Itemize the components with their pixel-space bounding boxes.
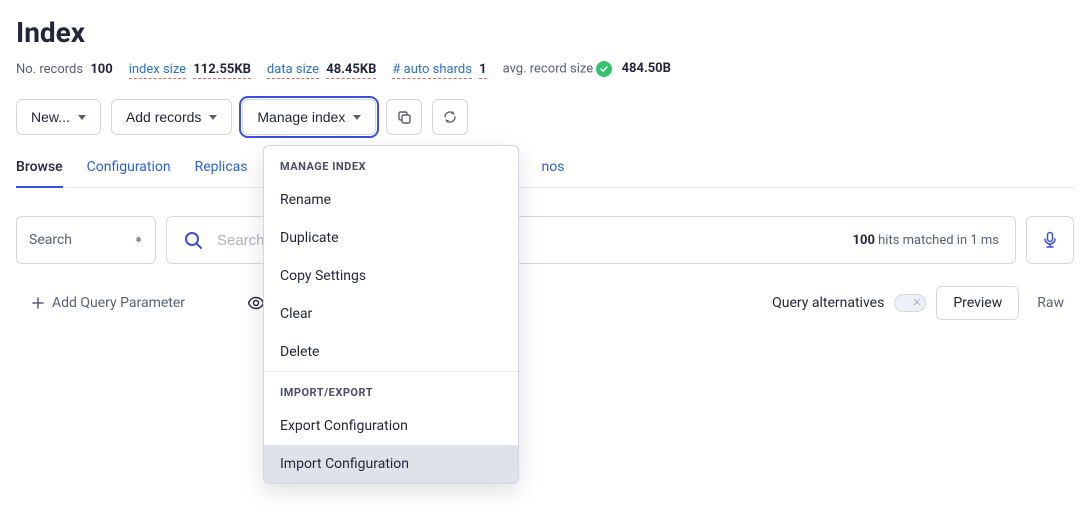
stepper-icon: ▲ ▼: [134, 234, 143, 246]
button-label: New...: [31, 109, 70, 125]
tab-browse[interactable]: Browse: [16, 159, 63, 187]
stats-row: No. records 100 index size 112.55KB data…: [16, 61, 1074, 77]
stat-avg-record: avg. record size 484.50B: [503, 61, 671, 77]
new-button[interactable]: New...: [16, 99, 101, 135]
stat-value: 484.50B: [622, 61, 671, 76]
dropdown-item-copy-settings[interactable]: Copy Settings: [264, 257, 518, 295]
hits-count: 100: [853, 233, 875, 248]
tab-configuration[interactable]: Configuration: [87, 159, 171, 187]
stat-value: 1: [479, 62, 486, 79]
toolbar: New... Add records Manage index: [16, 99, 1074, 135]
stat-data-size[interactable]: data size 48.45KB: [267, 62, 376, 77]
query-right: Query alternatives ✕ Preview Raw: [772, 286, 1072, 320]
button-label: Manage index: [257, 109, 345, 125]
chevron-down-icon: [78, 115, 86, 120]
button-label: Add records: [126, 109, 201, 125]
add-query-parameter[interactable]: Add Query Parameter: [18, 295, 185, 311]
stat-label: No. records: [16, 62, 83, 77]
raw-button[interactable]: Raw: [1029, 295, 1072, 311]
dropdown-item-import-config[interactable]: Import Configuration: [264, 445, 518, 483]
manage-index-button[interactable]: Manage index: [242, 99, 376, 135]
copy-icon: [396, 109, 412, 125]
query-left: Add Query Parameter: [18, 294, 265, 312]
tab-demos[interactable]: nos: [542, 159, 565, 187]
stat-value: 100: [90, 62, 112, 77]
add-query-label: Add Query Parameter: [52, 295, 185, 311]
search-row: Search ▲ ▼ 100 hits matched in 1 ms: [16, 216, 1074, 264]
chevron-down-icon: [353, 115, 361, 120]
stat-no-records: No. records 100: [16, 62, 113, 77]
refresh-button[interactable]: [432, 99, 468, 135]
plus-icon: [32, 297, 44, 309]
voice-search-button[interactable]: [1026, 216, 1074, 264]
stat-auto-shards[interactable]: # auto shards 1: [392, 62, 486, 77]
check-icon: [596, 61, 612, 77]
copy-button[interactable]: [386, 99, 422, 135]
stat-label: data size: [267, 62, 319, 79]
toggle-off-icon: ✕: [912, 296, 921, 310]
search-icon: [183, 230, 203, 250]
query-alternatives-toggle[interactable]: ✕: [894, 294, 926, 312]
page-title: Index: [16, 16, 1074, 49]
dropdown-item-export-config[interactable]: Export Configuration: [264, 407, 518, 445]
dropdown-item-duplicate[interactable]: Duplicate: [264, 219, 518, 257]
dropdown-item-clear[interactable]: Clear: [264, 295, 518, 333]
query-row: Add Query Parameter Query alternatives ✕…: [16, 286, 1074, 320]
chevron-down-icon: [209, 115, 217, 120]
add-records-button[interactable]: Add records: [111, 99, 232, 135]
dropdown-header-manage: MANAGE INDEX: [264, 146, 518, 181]
dropdown-item-delete[interactable]: Delete: [264, 333, 518, 371]
microphone-icon: [1041, 231, 1059, 249]
hits-text: 100 hits matched in 1 ms: [853, 233, 999, 248]
stat-value: 48.45KB: [326, 62, 376, 79]
stat-value: 112.55KB: [193, 62, 251, 79]
tab-replicas[interactable]: Replicas: [195, 159, 248, 187]
stat-index-size[interactable]: index size 112.55KB: [129, 62, 251, 77]
preview-button[interactable]: Preview: [936, 286, 1019, 320]
hits-suffix: hits matched in 1 ms: [875, 233, 999, 248]
query-alternatives-label: Query alternatives: [772, 295, 884, 311]
search-mode-label: Search: [29, 232, 72, 248]
search-mode-select[interactable]: Search ▲ ▼: [16, 216, 156, 264]
manage-index-dropdown: MANAGE INDEX Rename Duplicate Copy Setti…: [263, 145, 519, 484]
tabs: Browse Configuration Replicas nos: [16, 159, 1074, 188]
stat-label: index size: [129, 62, 186, 79]
stat-label: avg. record size: [503, 61, 594, 76]
stat-label: # auto shards: [392, 62, 472, 79]
refresh-icon: [442, 109, 458, 125]
dropdown-header-import-export: IMPORT/EXPORT: [264, 372, 518, 407]
dropdown-item-rename[interactable]: Rename: [264, 181, 518, 219]
